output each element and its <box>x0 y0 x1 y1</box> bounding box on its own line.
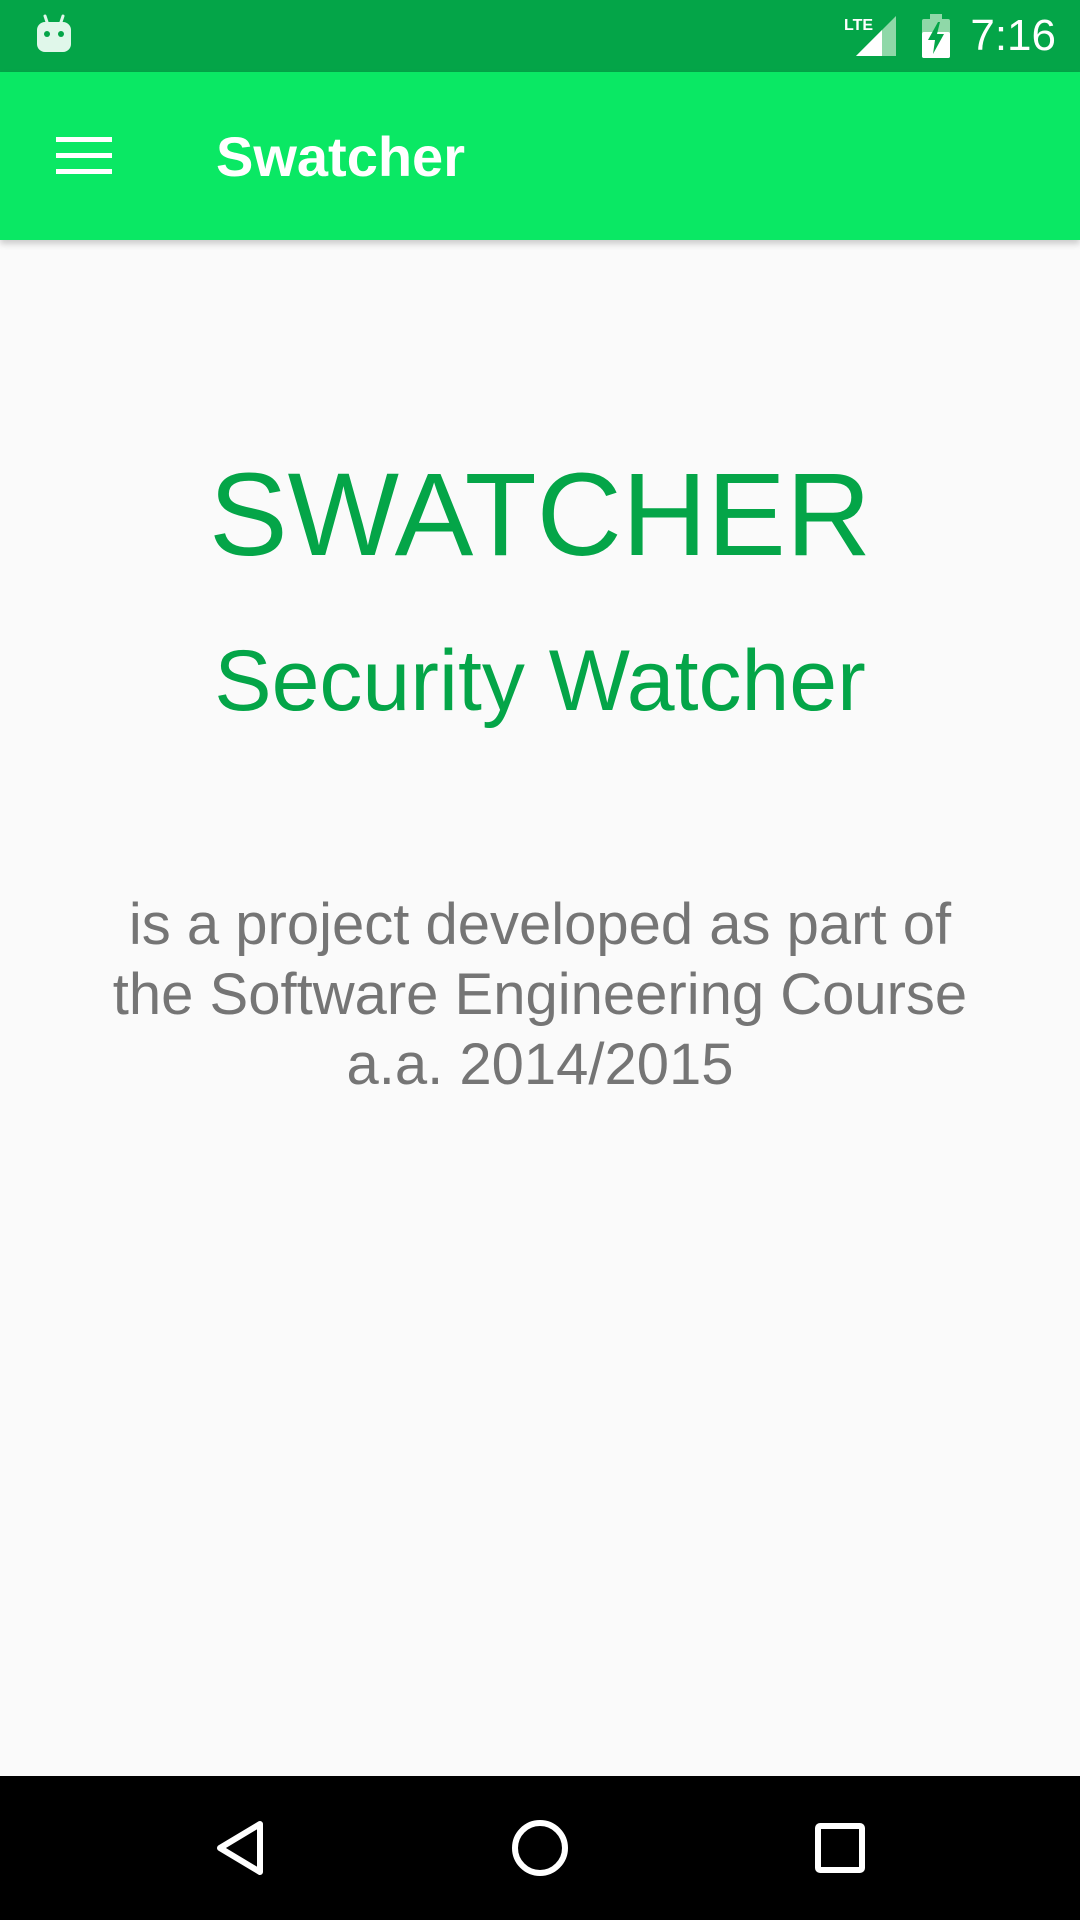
battery-charging-icon <box>920 12 952 60</box>
home-icon[interactable] <box>498 1806 582 1890</box>
page-subtitle: Security Watcher <box>214 633 866 729</box>
signal-icon: LTE <box>840 12 898 58</box>
app-bar: Swatcher <box>0 72 1080 240</box>
status-bar: LTE 7:16 <box>0 0 1080 72</box>
project-description: is a project developed as part of the So… <box>40 890 1040 1100</box>
status-time: 7:16 <box>970 11 1056 60</box>
recents-icon[interactable] <box>798 1806 882 1890</box>
network-type-label: LTE <box>844 17 873 34</box>
navigation-bar <box>0 1776 1080 1920</box>
main-content: SWATCHER Security Watcher is a project d… <box>0 240 1080 1776</box>
description-line: is a project developed as part of <box>128 892 952 957</box>
hamburger-menu-icon[interactable] <box>42 120 126 192</box>
description-line: a.a. 2014/2015 <box>346 1032 734 1097</box>
description-line: the Software Engineering Course <box>112 962 968 1027</box>
page-title: SWATCHER <box>208 449 872 581</box>
app-title: Swatcher <box>216 125 465 188</box>
back-icon[interactable] <box>198 1806 282 1890</box>
android-icon <box>36 14 72 54</box>
